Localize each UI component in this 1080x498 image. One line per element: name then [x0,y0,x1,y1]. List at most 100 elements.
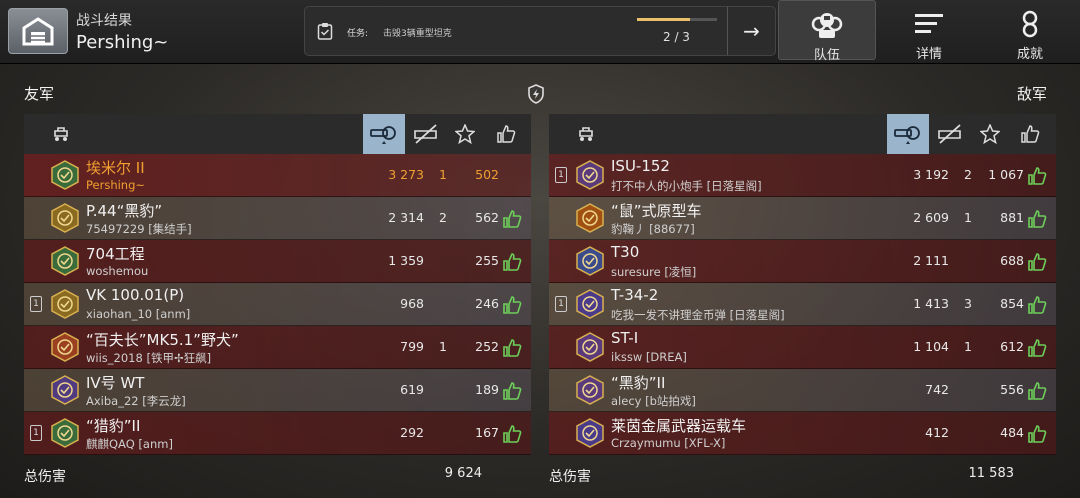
thumbs-up-icon[interactable] [1027,252,1047,276]
tab-achievements-label: 成就 [1016,47,1043,62]
achievements-icon [1022,10,1038,38]
mission-panel[interactable]: 任务: 击毁3辆重型坦克 2 / 3 → [304,6,776,56]
exp-value: 556 [1000,382,1024,397]
arrow-right-icon: → [743,19,760,43]
thumbs-up-icon[interactable] [1027,166,1047,190]
tank-name: 莱茵金属武器运载车 [611,417,747,435]
exp-value: 189 [475,382,499,397]
damage-sort-button[interactable] [887,114,929,154]
damage-icon [370,126,396,144]
tab-achievements[interactable]: 成就 [981,0,1079,62]
table-row[interactable]: 1 ISU-152 打不中人的小炮手 [日落星阁] 3 192 2 1 067 [549,154,1056,197]
exp-value: 484 [1000,425,1024,440]
kills-value: 2 [964,167,972,182]
table-row[interactable]: 1 “猎豹”II 麒麒QAQ [anm] 292 167 [24,412,531,455]
exp-value: 854 [1000,296,1024,311]
thumbs-up-icon[interactable] [502,381,522,405]
tank-name: P.44“黑豹” [86,202,163,220]
tank-column-icon[interactable] [40,114,82,154]
thumbs-up-icon [502,166,522,190]
thumbs-up-icon [497,125,516,143]
tank-name: “百夫长”MK5.1”野犬” [86,331,239,349]
thumbs-up-icon[interactable] [502,209,522,233]
thumbs-up-icon[interactable] [502,295,522,319]
exp-value: 612 [1000,339,1024,354]
table-row[interactable]: “黑豹”II alecy [b站拍戏] 742 556 [549,369,1056,412]
table-row[interactable]: P.44“黑豹” 75497229 [集结手] 2 314 2 562 [24,197,531,240]
thumbs-up-icon[interactable] [502,252,522,276]
tank-class-badge-icon [50,160,80,190]
allies-total-damage: 9 624 [444,466,482,481]
table-row[interactable]: 埃米尔 II Pershing~ 3 273 1 502 [24,154,531,197]
exp-value: 881 [1000,210,1024,225]
table-row[interactable]: 704工程 woshemou 1 359 255 [24,240,531,283]
platoon-icon: 1 [30,425,42,441]
tank-class-badge-icon [50,246,80,276]
kills-value: 3 [964,296,972,311]
tank-class-badge-icon [575,160,605,190]
exp-column-icon[interactable] [444,114,486,154]
table-row[interactable]: 1 VK 100.01(P) xiaohan_10 [anm] 968 246 [24,283,531,326]
tab-team[interactable]: 队伍 [778,0,876,63]
clipboard-icon [317,23,333,40]
kills-column-icon[interactable] [929,114,971,154]
table-row[interactable]: ST-I ikssw [DREA] 1 104 1 612 [549,326,1056,369]
destroyed-icon [414,124,437,144]
tank-class-badge-icon [575,332,605,362]
platoon-icon: 1 [30,296,42,312]
thumbs-up-icon[interactable] [1027,209,1047,233]
tab-details-label: 详情 [915,47,942,62]
exp-value: 562 [475,210,499,225]
tank-name: “黑豹”II [611,374,666,392]
exp-column-icon[interactable] [969,114,1011,154]
table-row[interactable]: IV号 WT Axiba_22 [李云龙] 619 189 [24,369,531,412]
like-column-icon[interactable] [485,114,527,154]
tab-team-label: 队伍 [813,48,840,63]
details-icon [915,14,943,33]
thumbs-up-icon [1021,125,1040,143]
table-row[interactable]: “鼠”式原型车 豹鞠丿 [88677] 2 609 1 881 [549,197,1056,240]
tank-name: T-34-2 [611,286,659,304]
star-icon [455,124,475,144]
table-row[interactable]: T30 suresure [凌恒] 2 111 688 [549,240,1056,283]
tank-name: IV号 WT [86,374,145,392]
like-column-icon[interactable] [1009,114,1051,154]
tank-column-icon[interactable] [565,114,607,154]
tank-class-badge-icon [575,203,605,233]
tab-details[interactable]: 详情 [880,0,978,62]
exp-value: 255 [475,253,499,268]
enemies-rows: 1 ISU-152 打不中人的小炮手 [日落星阁] 3 192 2 1 067 “鼠”式原型… [549,154,1056,455]
allies-label: 友军 [24,85,55,103]
player-name: wiis_2018 [铁甲✢狂飙] [86,351,212,365]
table-row[interactable]: 1 T-34-2 吃我一发不讲理金币弹 [日落星阁] 1 413 3 854 [549,283,1056,326]
table-row[interactable]: 莱茵金属武器运载车 Crzaymumu [XFL-X] 412 484 [549,412,1056,455]
player-name: 麒麒QAQ [anm] [86,437,173,451]
damage-value: 619 [400,382,424,397]
enemies-label: 敌军 [1017,85,1048,103]
tank-name: ISU-152 [611,157,670,175]
kills-column-icon[interactable] [405,114,447,154]
allies-total-label: 总伤害 [24,469,66,485]
thumbs-up-icon[interactable] [502,424,522,448]
thumbs-up-icon[interactable] [1027,424,1047,448]
damage-value: 2 111 [913,253,949,268]
tank-class-badge-icon [50,375,80,405]
thumbs-up-icon[interactable] [1027,381,1047,405]
thumbs-up-icon[interactable] [502,338,522,362]
tank-class-badge-icon [575,375,605,405]
kills-value: 1 [964,339,972,354]
damage-value: 742 [925,382,949,397]
damage-sort-button[interactable] [363,114,405,154]
player-name: 打不中人的小炮手 [日落星阁] [611,179,762,193]
garage-button[interactable] [8,8,68,54]
damage-value: 1 104 [913,339,949,354]
enemies-table: 1 ISU-152 打不中人的小炮手 [日落星阁] 3 192 2 1 067 “鼠”式原型… [549,114,1056,455]
table-row[interactable]: “百夫长”MK5.1”野犬” wiis_2018 [铁甲✢狂飙] 799 1 252 [24,326,531,369]
mission-next-button[interactable]: → [727,7,775,55]
tank-class-badge-icon [575,289,605,319]
exp-value: 167 [475,425,499,440]
kills-value: 1 [439,339,447,354]
thumbs-up-icon[interactable] [1027,295,1047,319]
player-name: 豹鞠丿 [88677] [611,222,695,236]
thumbs-up-icon[interactable] [1027,338,1047,362]
